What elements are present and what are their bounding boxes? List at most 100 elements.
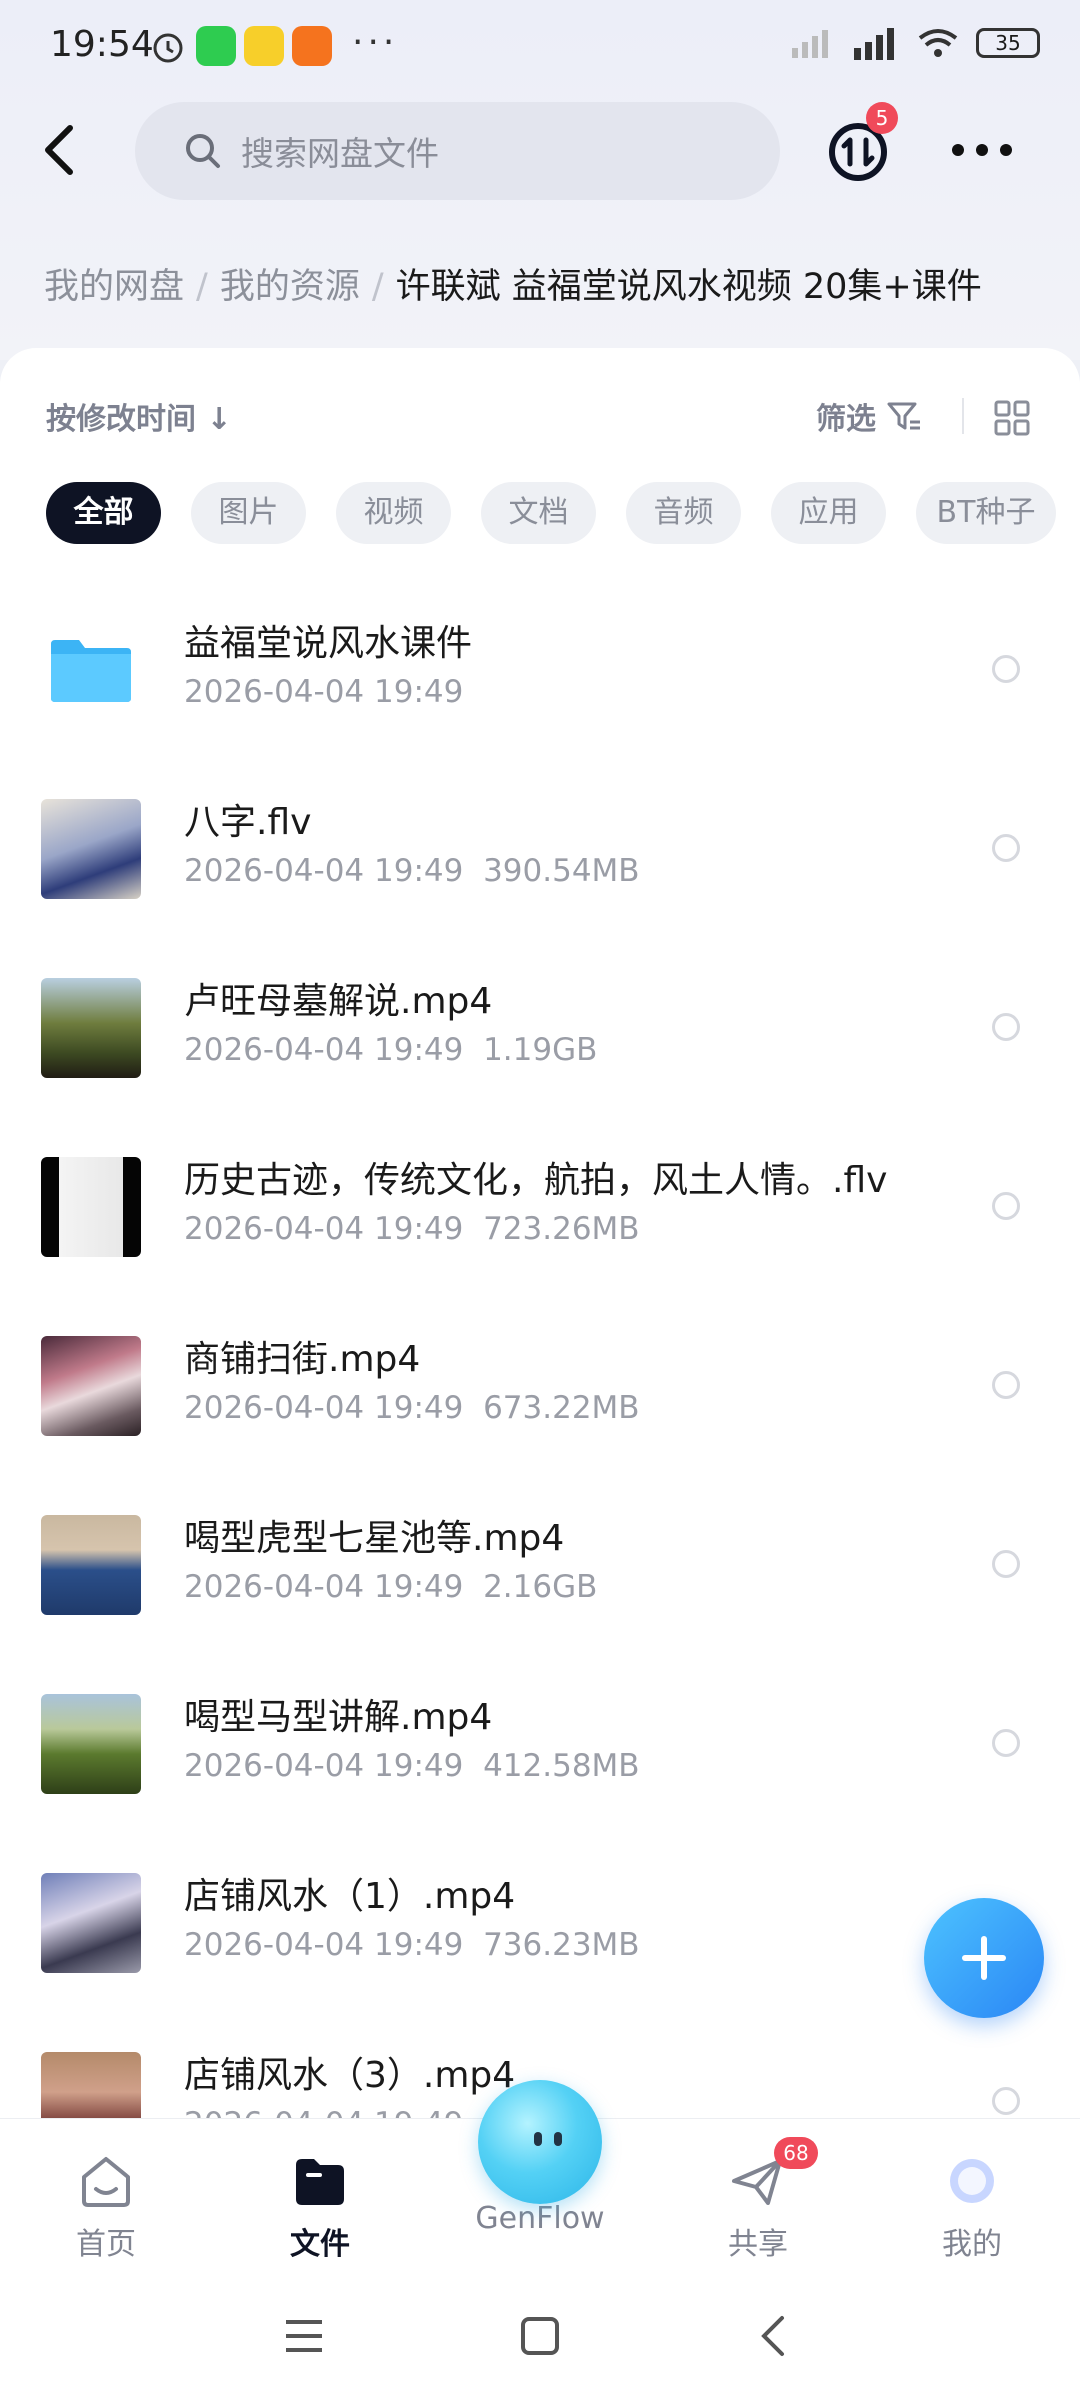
- file-date: 2026-04-04 19:49: [184, 853, 464, 889]
- nav-home-label: 首页: [76, 2227, 136, 2262]
- sort-button[interactable]: 按修改时间 ↓: [46, 394, 232, 438]
- folder-nav-icon: [296, 2159, 344, 2205]
- file-meta: 2026-04-04 19:49 390.54MB: [184, 853, 640, 889]
- list-item[interactable]: 八字.flv 2026-04-04 19:49 390.54MB: [0, 759, 1080, 938]
- breadcrumb-separator: /: [371, 267, 384, 307]
- genflow-orb-icon[interactable]: [478, 2080, 602, 2204]
- more-notifications-icon: ···: [352, 22, 399, 63]
- wechat-icon: [196, 26, 236, 66]
- category-tabs: 全部 图片 视频 文档 音频 应用 BT种子: [46, 482, 1056, 544]
- file-size: 390.54MB: [483, 853, 640, 889]
- file-name: 店铺风水（1）.mp4: [184, 1876, 516, 1917]
- select-checkbox[interactable]: [992, 655, 1020, 683]
- share-badge: 68: [774, 2137, 818, 2169]
- nav-genflow[interactable]: GenFlow: [470, 2201, 610, 2236]
- nav-genflow-label: GenFlow: [475, 2201, 605, 2236]
- nav-files-label: 文件: [290, 2227, 350, 2262]
- tab-audio[interactable]: 音频: [626, 482, 741, 544]
- breadcrumb-current-folder: 许联斌 益福堂说风水视频 20集+课件: [395, 267, 982, 307]
- search-input[interactable]: 搜索网盘文件: [241, 127, 439, 175]
- file-size: 673.22MB: [483, 1390, 640, 1426]
- tab-apps[interactable]: 应用: [771, 482, 886, 544]
- taobao-icon: [292, 26, 332, 66]
- list-item[interactable]: 喝型马型讲解.mp4 2026-04-04 19:49 412.58MB: [0, 1654, 1080, 1833]
- video-thumbnail: [41, 1157, 141, 1257]
- nav-mine-label: 我的: [942, 2227, 1002, 2262]
- list-item[interactable]: 店铺风水（1）.mp4 2026-04-04 19:49 736.23MB: [0, 1833, 1080, 2012]
- file-size: 736.23MB: [483, 1927, 640, 1963]
- file-meta: 2026-04-04 19:49 2.16GB: [184, 1569, 597, 1605]
- notification-badge: 5: [866, 102, 898, 134]
- nav-mine[interactable]: 我的: [902, 2153, 1042, 2263]
- breadcrumb-separator: /: [196, 267, 208, 307]
- more-icon[interactable]: [950, 142, 1014, 158]
- back-icon[interactable]: [36, 120, 86, 180]
- breadcrumb-my-drive[interactable]: 我的网盘: [44, 267, 184, 307]
- file-meta: 2026-04-04 19:49 723.26MB: [184, 1211, 640, 1247]
- select-checkbox[interactable]: [992, 1371, 1020, 1399]
- select-checkbox[interactable]: [992, 1729, 1020, 1757]
- list-item[interactable]: 历史古迹，传统文化，航拍，风土人情。.flv 2026-04-04 19:49 …: [0, 1117, 1080, 1296]
- nav-files[interactable]: 文件: [250, 2153, 390, 2263]
- toolbar-divider: [962, 398, 964, 434]
- home-icon: [82, 2157, 130, 2207]
- filter-button[interactable]: 筛选: [816, 394, 922, 438]
- file-date: 2026-04-04 19:49: [184, 1748, 464, 1784]
- video-thumbnail: [41, 1873, 141, 1973]
- list-item[interactable]: 商铺扫街.mp4 2026-04-04 19:49 673.22MB: [0, 1296, 1080, 1475]
- list-item[interactable]: 喝型虎型七星池等.mp4 2026-04-04 19:49 2.16GB: [0, 1475, 1080, 1654]
- file-date: 2026-04-04 19:49: [184, 1211, 464, 1247]
- file-date: 2026-04-04 19:49: [184, 674, 464, 710]
- video-thumbnail: [41, 978, 141, 1078]
- file-meta: 2026-04-04 19:49: [184, 674, 463, 710]
- list-item[interactable]: 益福堂说风水课件 2026-04-04 19:49: [0, 580, 1080, 759]
- file-name: 商铺扫街.mp4: [184, 1339, 421, 1380]
- file-date: 2026-04-04 19:49: [184, 1569, 464, 1605]
- grid-view-icon[interactable]: [994, 400, 1030, 436]
- video-thumbnail: [41, 799, 141, 899]
- tab-videos[interactable]: 视频: [336, 482, 451, 544]
- select-checkbox[interactable]: [992, 1192, 1020, 1220]
- file-date: 2026-04-04 19:49: [184, 1032, 464, 1068]
- breadcrumb: 我的网盘 / 我的资源 / 许联斌 益福堂说风水视频 20集+课件: [44, 258, 982, 309]
- tab-images[interactable]: 图片: [191, 482, 306, 544]
- tab-all[interactable]: 全部: [46, 482, 161, 544]
- tab-bt-torrents[interactable]: BT种子: [916, 482, 1056, 544]
- list-item[interactable]: 卢旺母墓解说.mp4 2026-04-04 19:49 1.19GB: [0, 938, 1080, 1117]
- orb-eye: [554, 2132, 562, 2146]
- add-button[interactable]: [924, 1898, 1044, 2018]
- file-panel: 按修改时间 ↓ 筛选 全部 图片 视频 文档 音频 应用 BT种子 益福堂说风水…: [0, 348, 1080, 2152]
- file-size: 723.26MB: [483, 1211, 640, 1247]
- file-meta: 2026-04-04 19:49 412.58MB: [184, 1748, 640, 1784]
- file-meta: 2026-04-04 19:49 673.22MB: [184, 1390, 640, 1426]
- status-bar: 19:54 ··· 35: [0, 0, 1080, 95]
- video-thumbnail: [41, 1336, 141, 1436]
- file-size: 412.58MB: [483, 1748, 640, 1784]
- file-name: 卢旺母墓解说.mp4: [184, 981, 493, 1022]
- profile-icon: [950, 2159, 994, 2203]
- system-navigation-bar: [0, 2280, 1080, 2400]
- menu-icon[interactable]: [284, 2318, 324, 2354]
- file-meta: 2026-04-04 19:49 736.23MB: [184, 1927, 640, 1963]
- select-checkbox[interactable]: [992, 2087, 1020, 2115]
- file-name: 喝型虎型七星池等.mp4: [184, 1518, 565, 1559]
- filter-label: 筛选: [816, 402, 876, 437]
- select-checkbox[interactable]: [992, 834, 1020, 862]
- folder-icon: [51, 640, 131, 702]
- video-thumbnail: [41, 1515, 141, 1615]
- nav-share[interactable]: 共享: [688, 2153, 828, 2263]
- file-size: 2.16GB: [483, 1569, 598, 1605]
- home-square-icon[interactable]: [520, 2316, 560, 2356]
- search-bar[interactable]: 搜索网盘文件: [135, 102, 780, 200]
- file-name: 喝型马型讲解.mp4: [184, 1697, 493, 1738]
- file-date: 2026-04-04 19:49: [184, 1927, 464, 1963]
- status-time: 19:54: [50, 24, 154, 65]
- select-checkbox[interactable]: [992, 1550, 1020, 1578]
- tab-documents[interactable]: 文档: [481, 482, 596, 544]
- breadcrumb-my-resources[interactable]: 我的资源: [220, 267, 360, 307]
- battery-indicator: 35: [976, 28, 1040, 58]
- search-icon: [186, 134, 220, 168]
- select-checkbox[interactable]: [992, 1013, 1020, 1041]
- nav-home[interactable]: 首页: [36, 2153, 176, 2263]
- system-back-icon[interactable]: [758, 2314, 790, 2358]
